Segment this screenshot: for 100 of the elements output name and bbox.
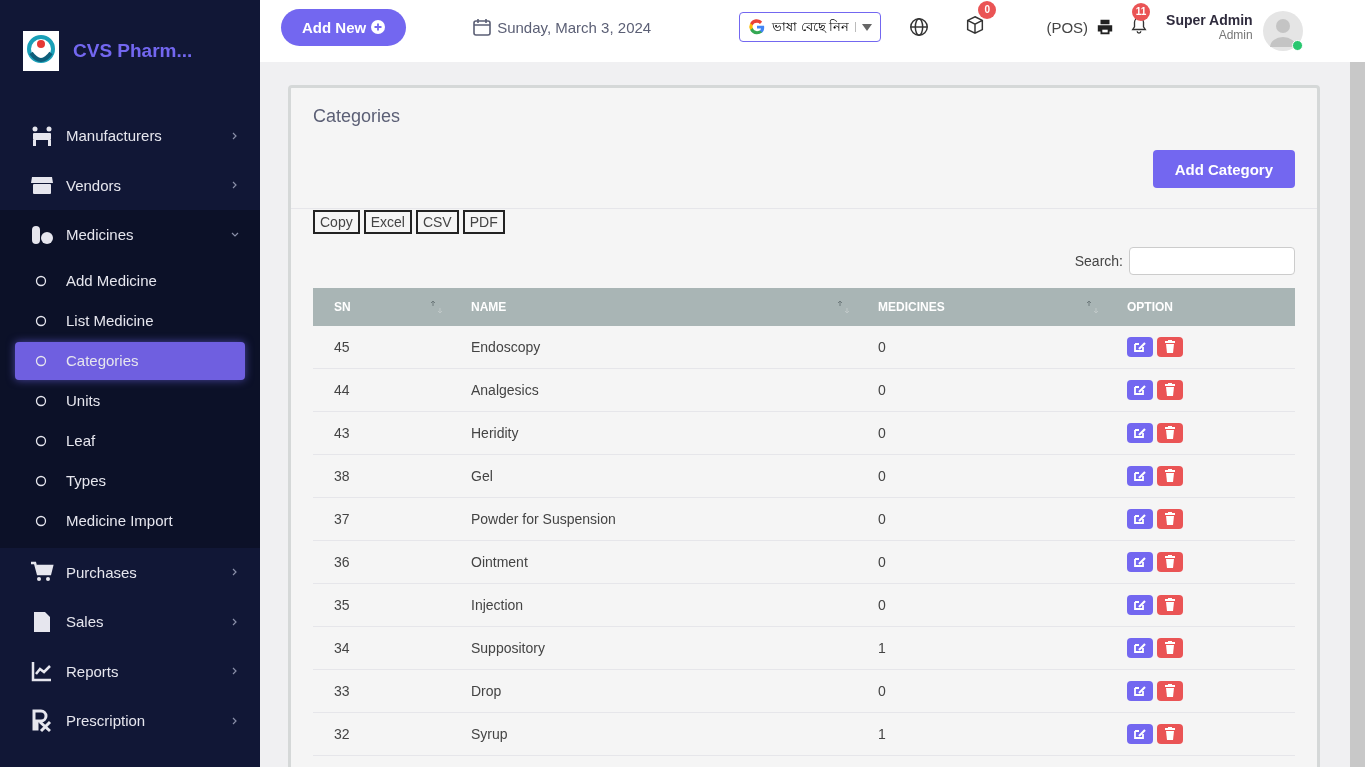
table-cell: 0 <box>857 540 1106 584</box>
logo-icon <box>23 31 59 71</box>
sort-icon <box>837 299 851 315</box>
delete-icon[interactable] <box>1157 552 1183 572</box>
edit-icon[interactable] <box>1127 595 1153 615</box>
edit-icon[interactable] <box>1127 380 1153 400</box>
pos-link[interactable]: (POS) <box>1046 18 1089 36</box>
avatar-icon[interactable] <box>1262 11 1303 51</box>
edit-icon[interactable] <box>1127 638 1153 658</box>
user-name: Super Admin <box>1166 12 1253 28</box>
export-button[interactable]: PDF <box>462 210 505 234</box>
table-cell: Analgesics <box>450 368 857 412</box>
sidebar-item[interactable]: Manufacturers <box>0 111 260 161</box>
delete-icon[interactable] <box>1157 638 1183 658</box>
export-button[interactable]: Copy <box>313 210 360 234</box>
edit-icon[interactable] <box>1127 681 1153 701</box>
sort-icon <box>430 299 444 315</box>
table-cell: 0 <box>857 326 1106 369</box>
menu-item-icon <box>30 708 54 733</box>
delete-icon[interactable] <box>1157 509 1183 529</box>
table-cell: 0 <box>857 669 1106 713</box>
add-category-button[interactable]: Add Category <box>1152 150 1295 188</box>
calendar-icon <box>472 17 493 37</box>
table-cell: 34 <box>313 626 450 670</box>
table-cell: 37 <box>313 497 450 541</box>
table-cell: 35 <box>313 583 450 627</box>
printer-icon[interactable] <box>1096 18 1115 36</box>
sidebar-item[interactable]: Medicines <box>0 210 260 260</box>
language-select[interactable]: ভাষা বেছে নিন <box>739 12 882 42</box>
globe-icon[interactable] <box>908 16 931 38</box>
search-label: Search: <box>1074 253 1123 269</box>
export-button[interactable]: CSV <box>415 210 459 234</box>
table-cell: 1 <box>857 712 1106 756</box>
table-cell: 44 <box>313 368 450 412</box>
delete-icon[interactable] <box>1157 681 1183 701</box>
table-cell: 38 <box>313 454 450 498</box>
brand-name: CVS Pharm... <box>73 40 193 62</box>
user-role: Admin <box>1218 28 1253 42</box>
edit-icon[interactable] <box>1127 466 1153 486</box>
dropdown-arrow-icon <box>855 22 873 32</box>
table-cell: 0 <box>857 368 1106 412</box>
table-cell: 0 <box>857 454 1106 498</box>
add-new-button[interactable]: Add New <box>281 8 407 46</box>
circle-icon <box>35 514 47 527</box>
notification-count-badge: 11 <box>1132 3 1151 21</box>
google-g-icon <box>748 18 767 36</box>
table-cell: Suppository <box>450 626 857 670</box>
table-cell: 45 <box>313 326 450 369</box>
delete-icon[interactable] <box>1157 337 1183 357</box>
delete-icon[interactable] <box>1157 380 1183 400</box>
edit-icon[interactable] <box>1127 724 1153 744</box>
menu-item-icon <box>30 659 54 684</box>
circle-icon <box>35 394 47 407</box>
export-button[interactable]: Excel <box>363 210 412 234</box>
table-cell: 33 <box>313 669 450 713</box>
delete-icon[interactable] <box>1157 423 1183 443</box>
circle-icon <box>35 274 47 287</box>
table-cell: 43 <box>313 411 450 455</box>
cart-count-badge: 0 <box>978 1 997 19</box>
submenu-item[interactable]: Types <box>15 461 245 500</box>
table-cell: Syrup <box>450 712 857 756</box>
table-cell: Ointment <box>450 540 857 584</box>
sidebar-item[interactable]: Vendors <box>0 160 260 210</box>
table-cell: Endoscopy <box>450 326 857 369</box>
edit-icon[interactable] <box>1127 337 1153 357</box>
table-cell: Powder for Suspension <box>450 497 857 541</box>
table-cell: 1 <box>857 626 1106 670</box>
submenu-item[interactable]: Add Medicine <box>15 261 245 300</box>
search-field[interactable] <box>1129 247 1295 275</box>
delete-icon[interactable] <box>1157 724 1183 744</box>
table-cell: Drop <box>450 669 857 713</box>
submenu-item[interactable]: Medicine Import <box>15 501 245 540</box>
plus-icon <box>371 20 386 34</box>
table-cell: 36 <box>313 540 450 584</box>
page-title: Categories <box>313 106 402 127</box>
table-cell: 0 <box>857 497 1106 541</box>
table-cell: Heridity <box>450 411 857 455</box>
circle-icon <box>35 474 47 487</box>
table-cell: Injection <box>450 583 857 627</box>
submenu-item[interactable]: List Medicine <box>15 301 245 340</box>
circle-icon <box>35 434 47 447</box>
table-cell: Gel <box>450 454 857 498</box>
date-text: Sunday, March 3, 2024 <box>497 18 652 36</box>
submenu-item[interactable]: Categories <box>15 341 245 380</box>
sidebar-item[interactable]: Sales <box>0 597 260 647</box>
sidebar-item[interactable]: Purchases <box>0 547 260 597</box>
sort-icon <box>1086 299 1100 315</box>
edit-icon[interactable] <box>1127 423 1153 443</box>
sidebar-item[interactable]: Reports <box>0 646 260 696</box>
circle-icon <box>35 354 47 367</box>
delete-icon[interactable] <box>1157 466 1183 486</box>
table-cell: 32 <box>313 712 450 756</box>
table-cell: 0 <box>857 411 1106 455</box>
circle-icon <box>35 314 47 327</box>
edit-icon[interactable] <box>1127 552 1153 572</box>
submenu-item[interactable]: Leaf <box>15 421 245 460</box>
edit-icon[interactable] <box>1127 509 1153 529</box>
submenu-item[interactable]: Units <box>15 381 245 420</box>
sidebar-item[interactable]: Prescription <box>0 696 260 746</box>
delete-icon[interactable] <box>1157 595 1183 615</box>
